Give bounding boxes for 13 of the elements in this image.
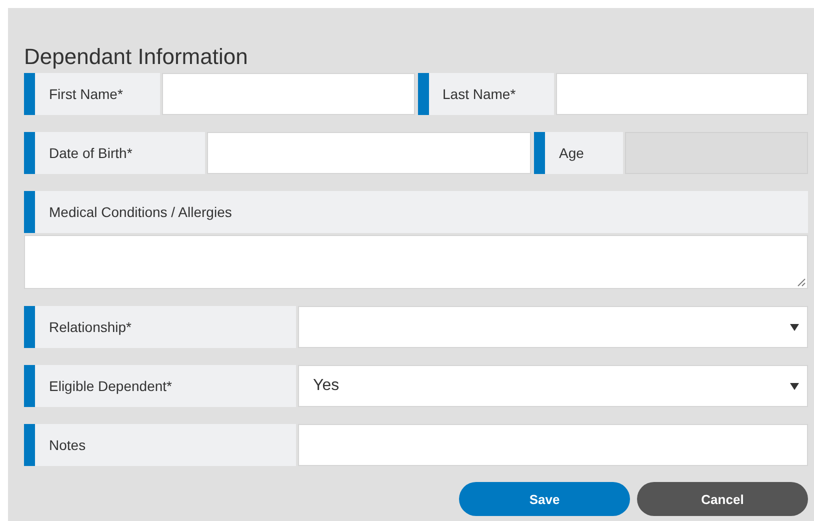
cancel-button[interactable]: Cancel (637, 482, 808, 516)
field-label: Age (534, 132, 623, 174)
field-label: Date of Birth* (24, 132, 205, 174)
field-label: Relationship* (24, 306, 296, 348)
field-label: Notes (24, 424, 296, 466)
form-title: Dependant Information (24, 44, 249, 71)
field-label: Last Name* (418, 73, 554, 115)
field-label: Medical Conditions / Allergies (24, 191, 808, 233)
save-button[interactable]: Save (459, 482, 630, 516)
dropdown-field[interactable]: Yes (298, 365, 808, 407)
field-label: Eligible Dependent* (24, 365, 296, 407)
field-label: First Name* (24, 73, 160, 115)
dropdown-value: Yes (313, 377, 340, 395)
